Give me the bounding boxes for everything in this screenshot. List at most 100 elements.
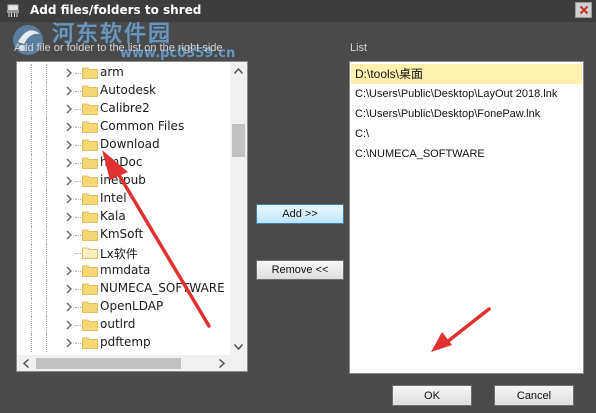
folder-icon — [82, 283, 98, 295]
tree-item[interactable]: NUMECA_SOFTWARE — [17, 280, 231, 298]
tree-guide-line — [46, 262, 47, 280]
tree-guide-line — [31, 262, 32, 280]
list-item-path: D:\tools\桌面 — [355, 67, 424, 81]
tree-item-label: Calibre2 — [100, 101, 150, 115]
folder-icon — [82, 67, 98, 79]
tree-guide-line — [46, 100, 47, 118]
list-item[interactable]: C:\ — [351, 124, 582, 144]
tree-guide-line — [31, 316, 32, 334]
tree-guide-line — [46, 226, 47, 244]
tree-item[interactable]: pdftemp — [17, 334, 231, 352]
folder-icon — [82, 247, 98, 259]
add-button[interactable]: Add >> — [256, 204, 344, 224]
tree-item[interactable]: inetpub — [17, 172, 231, 190]
tree-guide-line — [46, 298, 47, 316]
chevron-right-icon[interactable] — [65, 104, 73, 114]
list-item[interactable]: C:\NUMECA_SOFTWARE — [351, 144, 582, 164]
chevron-right-icon[interactable] — [65, 194, 73, 204]
tree-item-label: NUMECA_SOFTWARE — [100, 281, 225, 295]
tree-item-label: KmSoft — [100, 227, 144, 241]
tree-guide-line — [46, 118, 47, 136]
tree-item-label: inetpub — [100, 173, 146, 187]
scroll-up-button[interactable] — [230, 62, 247, 79]
tree-item[interactable]: hmDoc — [17, 154, 231, 172]
chevron-right-icon[interactable] — [65, 338, 73, 348]
list-item-selected[interactable]: D:\tools\桌面 — [351, 64, 582, 84]
tree-guide-line — [31, 190, 32, 208]
list-label: List — [350, 42, 368, 54]
tree-item[interactable]: KmSoft — [17, 226, 231, 244]
tree-guide-line — [46, 154, 47, 172]
list-item-path: C:\Users\Public\Desktop\LayOut 2018.lnk — [355, 88, 558, 100]
chevron-right-icon[interactable] — [65, 320, 73, 330]
tree-guide-line — [46, 280, 47, 298]
chevron-right-icon[interactable] — [65, 122, 73, 132]
vertical-scrollbar[interactable] — [230, 62, 247, 355]
tree-item[interactable]: outlrd — [17, 316, 231, 334]
close-button[interactable] — [575, 2, 592, 18]
tree-item[interactable]: mmdata — [17, 262, 231, 280]
tree-item-label: hmDoc — [100, 155, 143, 169]
scroll-right-button[interactable] — [213, 355, 230, 371]
chevron-right-icon[interactable] — [65, 140, 73, 150]
scroll-left-button[interactable] — [17, 355, 34, 371]
chevron-right-icon[interactable] — [65, 302, 73, 312]
tree-guide-line — [46, 244, 47, 262]
folder-icon — [82, 319, 98, 331]
chevron-right-icon[interactable] — [65, 158, 73, 168]
tree-item[interactable]: Download — [17, 136, 231, 154]
tree-item[interactable]: Autodesk — [17, 82, 231, 100]
tree-item[interactable]: arm — [17, 64, 231, 82]
close-icon — [579, 5, 588, 15]
folder-icon — [82, 337, 98, 349]
list-item-path: C:\ — [355, 128, 370, 140]
chevron-right-icon[interactable] — [65, 266, 73, 276]
chevron-right-icon[interactable] — [65, 230, 73, 240]
chevron-right-icon[interactable] — [65, 284, 73, 294]
tree-guide-line — [31, 118, 32, 136]
folder-tree[interactable]: arm Autodesk Calibre2 Common Files Download h… — [16, 61, 248, 372]
shred-list[interactable]: D:\tools\桌面 C:\Users\Public\Desktop\LayOu… — [349, 61, 584, 374]
tree-guide-line — [46, 136, 47, 154]
tree-item[interactable]: Calibre2 — [17, 100, 231, 118]
tree-item-label: OpenLDAP — [100, 299, 164, 313]
horizontal-scrollbar[interactable] — [17, 355, 230, 371]
tree-item-label: mmdata — [100, 263, 151, 277]
scroll-right-icon — [218, 359, 225, 368]
instruction-text: Add file or folder to the list on the ri… — [14, 42, 223, 54]
tree-item[interactable]: Intel — [17, 190, 231, 208]
scrollbar-corner — [230, 355, 247, 371]
chevron-right-icon[interactable] — [65, 86, 73, 96]
window-title: Add files/folders to shred — [30, 3, 202, 17]
horizontal-scroll-thumb[interactable] — [36, 358, 181, 369]
vertical-scroll-thumb[interactable] — [232, 124, 245, 157]
chevron-right-icon[interactable] — [65, 68, 73, 78]
tree-guide-line — [46, 334, 47, 352]
ok-button[interactable]: OK — [392, 385, 472, 406]
tree-guide-line — [31, 100, 32, 118]
tree-item-label: arm — [100, 65, 124, 79]
tree-item[interactable]: Common Files — [17, 118, 231, 136]
scroll-down-button[interactable] — [230, 338, 247, 355]
tree-guide-line — [31, 244, 32, 262]
tree-item-label: Autodesk — [100, 83, 157, 97]
chevron-right-icon[interactable] — [65, 212, 73, 222]
tree-item[interactable]: OpenLDAP — [17, 298, 231, 316]
chevron-right-icon[interactable] — [65, 176, 73, 186]
list-item[interactable]: C:\Users\Public\Desktop\FonePaw.lnk — [351, 104, 582, 124]
folder-icon — [82, 157, 98, 169]
tree-guide-line — [31, 136, 32, 154]
folder-icon — [82, 121, 98, 133]
tree-item[interactable]: Kala — [17, 208, 231, 226]
tree-guide-line — [31, 172, 32, 190]
cancel-button[interactable]: Cancel — [494, 385, 574, 406]
tree-item-label: Intel — [100, 191, 127, 205]
remove-button[interactable]: Remove << — [256, 260, 344, 280]
tree-item-label: Common Files — [100, 119, 185, 133]
folder-icon — [82, 85, 98, 97]
folder-icon — [82, 193, 98, 205]
tree-guide-line — [31, 298, 32, 316]
tree-item-label: pdftemp — [100, 335, 151, 349]
tree-item[interactable]: Lx软件 — [17, 244, 231, 262]
list-item[interactable]: C:\Users\Public\Desktop\LayOut 2018.lnk — [351, 84, 582, 104]
